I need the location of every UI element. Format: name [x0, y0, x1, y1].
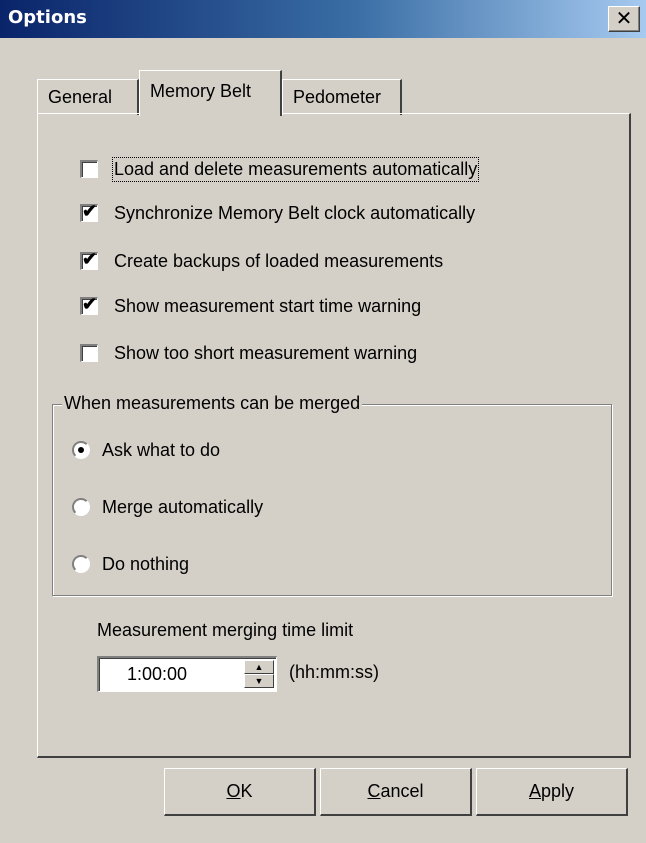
- apply-label-rest: pply: [540, 781, 575, 801]
- ok-label-rest: K: [240, 781, 253, 801]
- apply-mnemonic: A: [528, 781, 541, 801]
- apply-button[interactable]: Apply: [476, 768, 628, 816]
- ok-mnemonic: O: [226, 781, 241, 801]
- cancel-button[interactable]: Cancel: [320, 768, 472, 816]
- title-bar: Options ✕: [0, 0, 646, 38]
- close-button[interactable]: ✕: [608, 6, 640, 32]
- tab-memory-belt[interactable]: Memory Belt: [139, 70, 282, 116]
- tab-general-label: General: [48, 87, 113, 107]
- cancel-label-rest: ancel: [380, 781, 424, 801]
- tab-general[interactable]: General: [37, 79, 139, 115]
- tab-panel: [37, 113, 631, 758]
- tab-pedometer[interactable]: Pedometer: [282, 79, 402, 115]
- window-title: Options: [8, 7, 87, 28]
- tab-pedometer-label: Pedometer: [293, 87, 382, 107]
- cancel-mnemonic: C: [367, 781, 381, 801]
- tab-memory-belt-label: Memory Belt: [150, 81, 252, 101]
- close-icon: ✕: [615, 6, 633, 30]
- ok-button[interactable]: OK: [164, 768, 316, 816]
